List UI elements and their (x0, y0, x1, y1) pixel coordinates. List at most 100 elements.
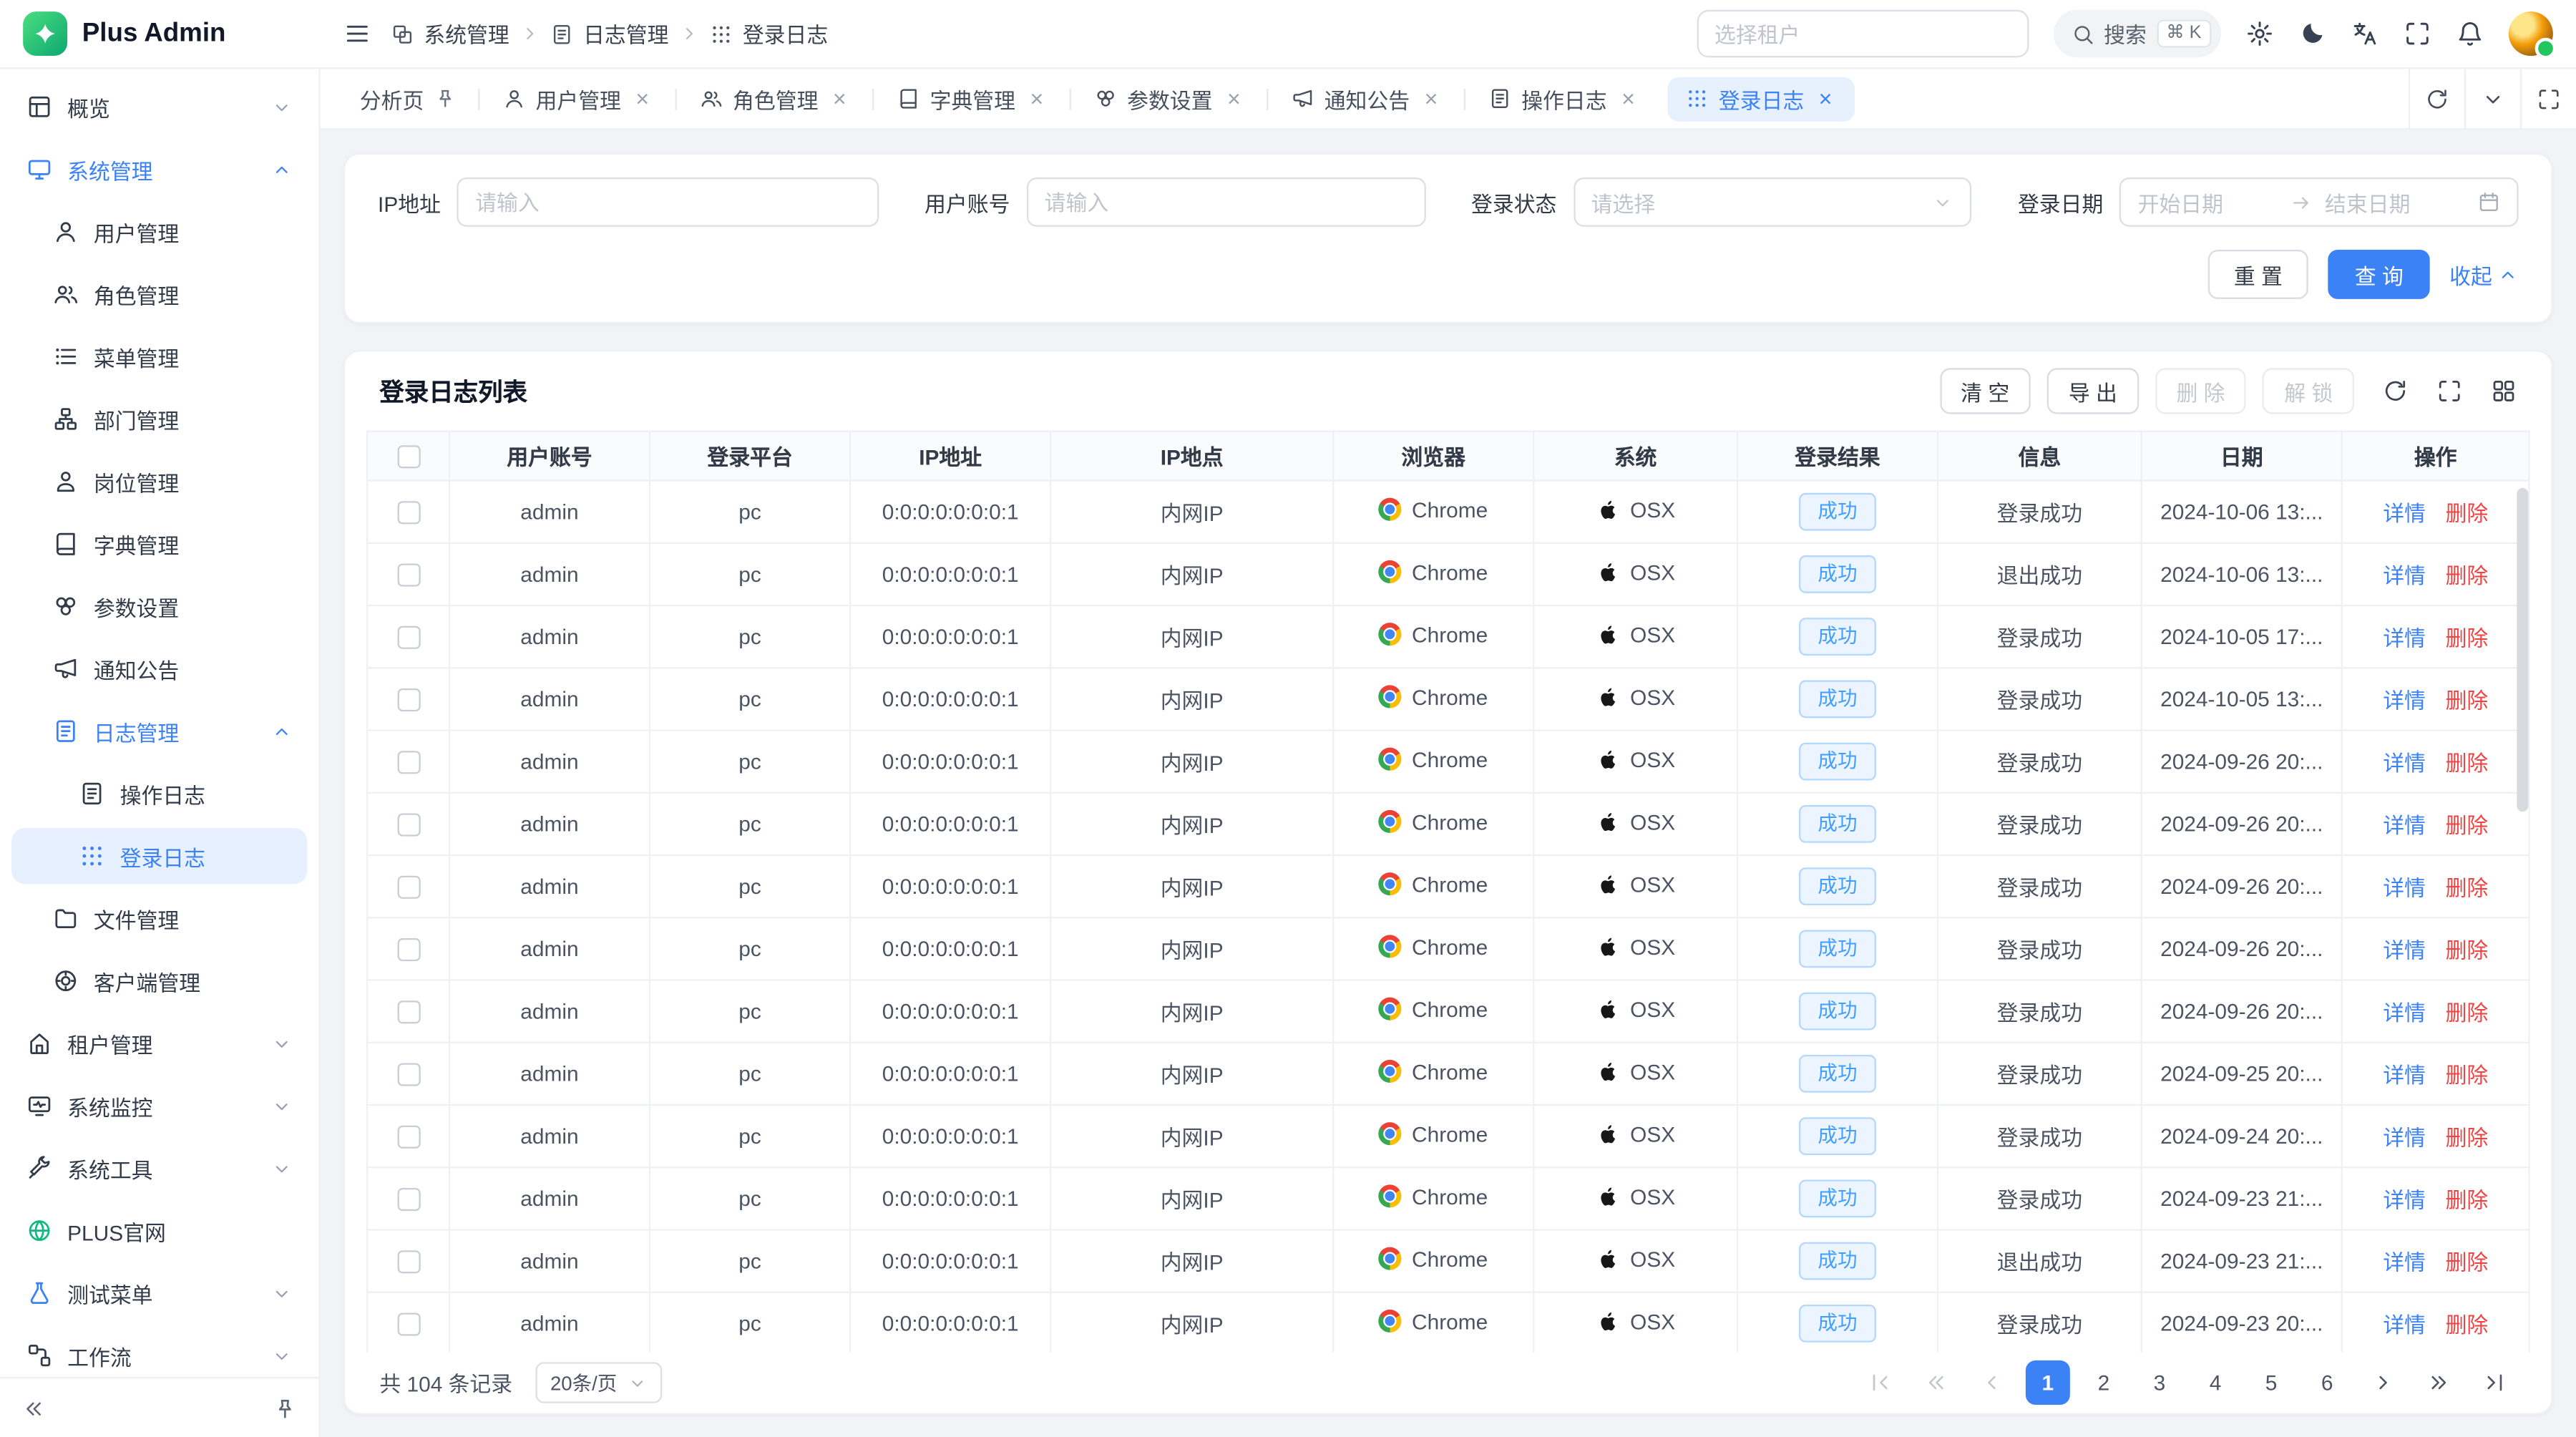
content-fullscreen-button[interactable] (2520, 69, 2576, 128)
detail-link[interactable]: 详情 (2383, 876, 2426, 900)
sidebar-item-plus-site[interactable]: PLUS官网 (11, 1203, 307, 1259)
column-header[interactable]: IP地点 (1050, 432, 1333, 481)
row-checkbox[interactable] (396, 689, 419, 712)
prev-jump-button[interactable] (1914, 1360, 1958, 1405)
row-checkbox[interactable] (396, 939, 419, 962)
tab-role-mgmt[interactable]: 角色管理 × (682, 77, 869, 121)
status-select[interactable]: 请选择 (1573, 177, 1971, 227)
close-tab-icon[interactable]: × (1420, 87, 1443, 110)
sidebar-item-client-mgmt[interactable]: 客户端管理 (11, 953, 307, 1009)
pin-icon[interactable] (434, 87, 457, 110)
tab-dict-mgmt[interactable]: 字典管理 × (879, 77, 1066, 121)
detail-link[interactable]: 详情 (2383, 501, 2426, 525)
sidebar-item-log-mgmt[interactable]: 日志管理 (11, 703, 307, 759)
detail-link[interactable]: 详情 (2383, 1188, 2426, 1212)
sidebar-item-notice[interactable]: 通知公告 (11, 640, 307, 696)
global-search-button[interactable]: 搜索 ⌘ K (2053, 10, 2221, 58)
column-header[interactable]: 浏览器 (1333, 432, 1533, 481)
sidebar-item-user-mgmt[interactable]: 用户管理 (11, 204, 307, 260)
tab-param-settings[interactable]: 参数设置 × (1076, 77, 1264, 121)
row-checkbox[interactable] (396, 502, 419, 525)
detail-link[interactable]: 详情 (2383, 1000, 2426, 1025)
sidebar-item-dict-mgmt[interactable]: 字典管理 (11, 516, 307, 572)
date-range-picker[interactable]: 开始日期 结束日期 (2119, 177, 2518, 227)
row-checkbox[interactable] (396, 1313, 419, 1336)
refresh-table-button[interactable] (2382, 378, 2409, 404)
unlock-button[interactable]: 解 锁 (2263, 368, 2354, 414)
table-fullscreen-button[interactable] (2436, 378, 2463, 404)
delete-link[interactable]: 删除 (2445, 1063, 2488, 1087)
detail-link[interactable]: 详情 (2383, 1312, 2426, 1337)
ip-input-field[interactable] (475, 190, 860, 214)
row-checkbox[interactable] (396, 751, 419, 774)
pin-sidebar-button[interactable] (273, 1395, 297, 1420)
detail-link[interactable]: 详情 (2383, 564, 2426, 588)
delete-link[interactable]: 删除 (2445, 1312, 2488, 1337)
row-checkbox[interactable] (396, 1189, 419, 1212)
sidebar-item-overview[interactable]: 概览 (11, 79, 307, 135)
sidebar-item-file-mgmt[interactable]: 文件管理 (11, 890, 307, 946)
tab-notice[interactable]: 通知公告 × (1274, 77, 1461, 121)
page-button-5[interactable]: 5 (2249, 1360, 2293, 1405)
next-jump-button[interactable] (2416, 1360, 2461, 1405)
account-input[interactable] (1026, 177, 1425, 227)
row-checkbox[interactable] (396, 626, 419, 649)
page-size-select[interactable]: 20条/页 (535, 1362, 661, 1403)
page-button-1[interactable]: 1 (2026, 1360, 2070, 1405)
delete-link[interactable]: 删除 (2445, 938, 2488, 963)
ip-input[interactable] (457, 177, 879, 227)
close-tab-icon[interactable]: × (1222, 87, 1245, 110)
delete-link[interactable]: 删除 (2445, 626, 2488, 651)
column-header[interactable]: 信息 (1938, 432, 2142, 481)
sidebar-item-sys-tools[interactable]: 系统工具 (11, 1140, 307, 1196)
sidebar-item-sys-monitor[interactable]: 系统监控 (11, 1078, 307, 1134)
sidebar-item-system-mgmt[interactable]: 系统管理 (11, 141, 307, 197)
tab-user-mgmt[interactable]: 用户管理 × (484, 77, 672, 121)
collapse-filter-link[interactable]: 收起 (2449, 259, 2518, 291)
page-button-6[interactable]: 6 (2305, 1360, 2349, 1405)
delete-link[interactable]: 删除 (2445, 876, 2488, 900)
breadcrumb-item-system-mgmt[interactable]: 系统管理 (391, 18, 509, 49)
column-settings-button[interactable] (2491, 378, 2517, 404)
delete-link[interactable]: 删除 (2445, 813, 2488, 837)
column-header[interactable]: IP地址 (850, 432, 1050, 481)
delete-link[interactable]: 删除 (2445, 1250, 2488, 1275)
first-page-button[interactable] (1858, 1360, 1903, 1405)
sidebar-item-post-mgmt[interactable]: 岗位管理 (11, 454, 307, 510)
close-tab-icon[interactable]: × (828, 87, 851, 110)
column-header[interactable]: 登录结果 (1737, 432, 1938, 481)
detail-link[interactable]: 详情 (2383, 1250, 2426, 1275)
select-all-checkbox[interactable] (396, 446, 419, 469)
tenant-select[interactable]: 选择租户 (1697, 10, 2029, 58)
row-checkbox[interactable] (396, 1251, 419, 1274)
sidebar-item-op-log[interactable]: 操作日志 (11, 766, 307, 822)
close-tab-icon[interactable]: × (1814, 87, 1837, 110)
tab-analysis[interactable]: 分析页 (342, 77, 475, 121)
prev-page-button[interactable] (1970, 1360, 2014, 1405)
collapse-sidebar-button[interactable] (21, 1395, 46, 1420)
language-button[interactable] (2351, 20, 2379, 48)
search-button[interactable]: 查 询 (2328, 250, 2429, 299)
close-tab-icon[interactable]: × (631, 87, 654, 110)
delete-button[interactable]: 删 除 (2155, 368, 2247, 414)
close-tab-icon[interactable]: × (1025, 87, 1048, 110)
tab-login-log[interactable]: 登录日志 × (1668, 77, 1855, 121)
fullscreen-button[interactable] (2404, 20, 2431, 48)
column-header[interactable]: 操作 (2342, 432, 2529, 481)
notifications-button[interactable] (2456, 20, 2484, 48)
tab-options-button[interactable] (2464, 69, 2520, 128)
row-checkbox[interactable] (396, 1126, 419, 1149)
delete-link[interactable]: 删除 (2445, 1126, 2488, 1150)
column-header[interactable]: 系统 (1533, 432, 1737, 481)
clear-button[interactable]: 清 空 (1939, 368, 2031, 414)
delete-link[interactable]: 删除 (2445, 564, 2488, 588)
row-checkbox[interactable] (396, 1063, 419, 1086)
detail-link[interactable]: 详情 (2383, 626, 2426, 651)
delete-link[interactable]: 删除 (2445, 1188, 2488, 1212)
sidebar-item-role-mgmt[interactable]: 角色管理 (11, 266, 307, 322)
sidebar-toggle-button[interactable] (343, 20, 371, 48)
delete-link[interactable]: 删除 (2445, 1000, 2488, 1025)
sidebar-item-param-settings[interactable]: 参数设置 (11, 578, 307, 634)
delete-link[interactable]: 删除 (2445, 688, 2488, 713)
refresh-page-button[interactable] (2409, 69, 2464, 128)
